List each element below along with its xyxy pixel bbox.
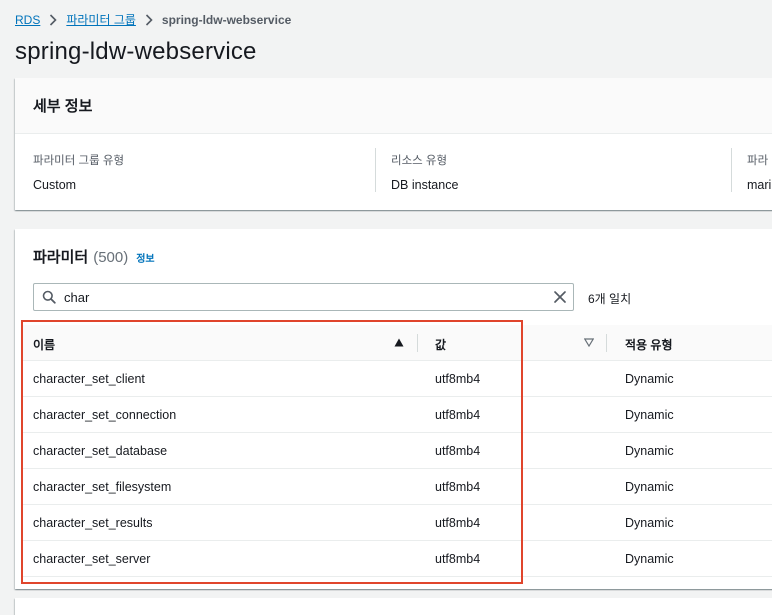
column-divider[interactable]	[417, 334, 418, 352]
detail-value: Custom	[33, 178, 77, 192]
parameter-apply-type: Dynamic	[625, 408, 674, 422]
parameter-value: utf8mb4	[435, 372, 481, 386]
parameters-header: 파라미터 (500) 정보	[33, 246, 155, 267]
parameter-value: utf8mb4	[435, 408, 481, 422]
parameter-value: utf8mb4	[435, 480, 481, 494]
info-link[interactable]: 정보	[136, 250, 154, 265]
table-row[interactable]: character_set_client utf8mb4 Dynamic	[22, 361, 772, 397]
details-panel: 세부 정보 파라미터 그룹 유형 Custom 리소스 유형 DB instan…	[15, 78, 772, 210]
column-header-name[interactable]: 이름	[33, 336, 55, 353]
sort-ascending-icon[interactable]	[394, 338, 404, 347]
breadcrumb-current: spring-ldw-webservice	[161, 12, 292, 27]
parameter-name[interactable]: character_set_filesystem	[33, 480, 171, 494]
column-divider[interactable]	[606, 334, 607, 352]
table-row[interactable]: character_set_results utf8mb4 Dynamic	[22, 505, 772, 541]
column-divider	[731, 148, 732, 192]
parameters-table: 이름 값 적용 유형 character_set_client utf8mb4 …	[22, 325, 772, 577]
chevron-right-icon	[49, 13, 57, 26]
breadcrumb: RDS 파라미터 그룹 spring-ldw-webservice	[15, 11, 291, 28]
parameter-value: utf8mb4	[435, 516, 481, 530]
detail-label: 리소스 유형	[391, 155, 448, 167]
column-header-value[interactable]: 값	[435, 336, 446, 353]
page-title: spring-ldw-webservice	[15, 38, 257, 65]
match-count: 6개 일치	[588, 292, 632, 306]
parameter-apply-type: Dynamic	[625, 480, 674, 494]
parameter-value: utf8mb4	[435, 552, 481, 566]
details-header: 세부 정보	[15, 78, 772, 134]
parameter-name[interactable]: character_set_connection	[33, 408, 176, 422]
close-icon[interactable]	[553, 290, 567, 304]
breadcrumb-link-rds[interactable]: RDS	[15, 13, 40, 27]
parameters-panel: 파라미터 (500) 정보 6개 일치 이름 값 적용 유형 charac	[15, 229, 772, 589]
table-row[interactable]: character_set_filesystem utf8mb4 Dynamic	[22, 469, 772, 505]
detail-value: DB instance	[391, 178, 459, 192]
parameter-apply-type: Dynamic	[625, 552, 674, 566]
parameter-apply-type: Dynamic	[625, 372, 674, 386]
detail-label: 파라	[747, 155, 769, 167]
parameters-title: 파라미터	[33, 249, 89, 266]
chevron-right-icon	[145, 13, 153, 26]
parameter-apply-type: Dynamic	[625, 516, 674, 530]
detail-parameter-group-type: 파라미터 그룹 유형 Custom	[33, 152, 124, 192]
search-box[interactable]	[33, 283, 574, 311]
detail-value: mari	[747, 178, 772, 192]
column-divider	[375, 148, 376, 192]
search-icon	[42, 290, 56, 304]
table-row[interactable]: character_set_server utf8mb4 Dynamic	[22, 541, 772, 577]
search-input[interactable]	[64, 289, 534, 305]
table-header: 이름 값 적용 유형	[22, 325, 772, 361]
parameter-name[interactable]: character_set_client	[33, 372, 145, 386]
parameter-name[interactable]: character_set_database	[33, 444, 167, 458]
detail-family: 파라 mari	[747, 152, 771, 192]
parameter-value: utf8mb4	[435, 444, 481, 458]
detail-label: 파라미터 그룹 유형	[33, 155, 125, 167]
table-row[interactable]: character_set_database utf8mb4 Dynamic	[22, 433, 772, 469]
sort-icon[interactable]	[584, 338, 594, 347]
parameters-count: (500)	[93, 249, 129, 266]
table-row[interactable]: character_set_connection utf8mb4 Dynamic	[22, 397, 772, 433]
column-header-apply-type[interactable]: 적용 유형	[625, 336, 673, 353]
next-panel	[15, 598, 772, 615]
parameter-apply-type: Dynamic	[625, 444, 674, 458]
breadcrumb-link-parameter-groups[interactable]: 파라미터 그룹	[66, 11, 136, 28]
details-body: 파라미터 그룹 유형 Custom 리소스 유형 DB instance 파라 …	[15, 134, 772, 210]
parameter-name[interactable]: character_set_server	[33, 552, 150, 566]
parameter-name[interactable]: character_set_results	[33, 516, 153, 530]
detail-resource-type: 리소스 유형 DB instance	[391, 152, 458, 192]
